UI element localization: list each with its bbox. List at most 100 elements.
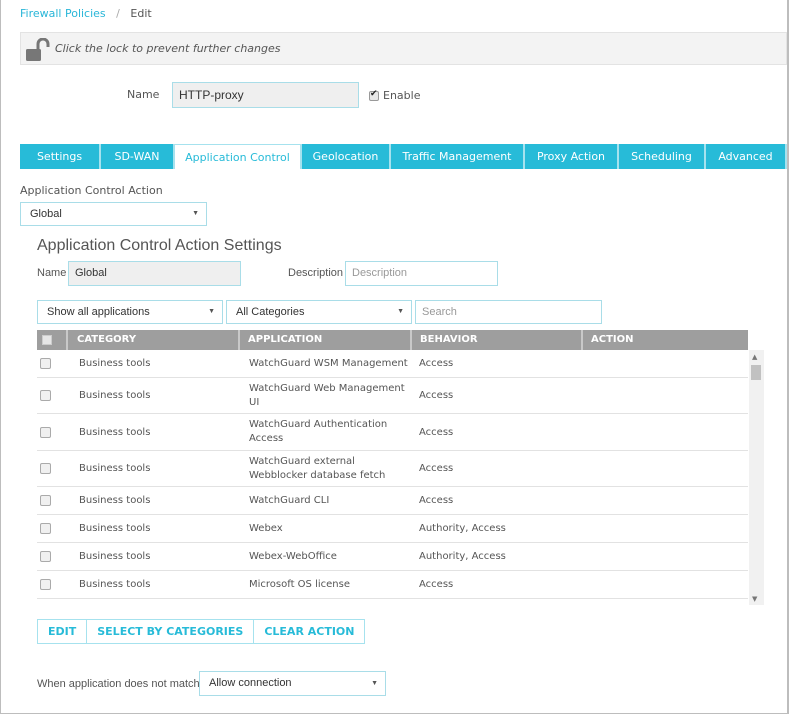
column-header-behavior[interactable]: BEHAVIOR [412,330,583,350]
table-row[interactable]: Business tools WatchGuard Web Management … [37,378,748,414]
table-action-buttons: EDIT SELECT BY CATEGORIES CLEAR ACTION [37,619,366,644]
scroll-down-arrow-icon[interactable]: ▼ [752,595,757,603]
application-cell: WatchGuard WSM Management [249,357,408,369]
tab-proxy-action[interactable]: Proxy Action [525,144,619,169]
tab-scheduling[interactable]: Scheduling [619,144,706,169]
column-header-application[interactable]: APPLICATION [240,330,412,350]
application-cell: Microsoft OS license [249,578,350,590]
table-row[interactable]: Business tools WatchGuard WSM Management A… [37,350,748,378]
category-cell: Business tools [79,358,151,369]
table-row[interactable]: Business tools WatchGuard CLI Access [37,487,748,515]
scroll-up-arrow-icon[interactable]: ▲ [752,353,757,361]
select-by-categories-button[interactable]: SELECT BY CATEGORIES [87,620,255,643]
application-cell: Webex-WebOffice [249,550,337,562]
row-checkbox-cell [37,579,71,590]
enable-label: Enable [383,89,421,102]
row-checkbox[interactable] [40,463,51,474]
tab-sd-wan[interactable]: SD-WAN [101,144,175,169]
table-row[interactable]: Business tools WatchGuard external Webblo… [37,451,748,487]
policy-name-input[interactable]: HTTP-proxy [172,82,359,108]
no-match-label: When application does not match [37,678,200,690]
app-control-action-label: Application Control Action [20,184,163,197]
row-checkbox-cell [37,358,71,369]
enable-checkbox[interactable]: Enable [369,89,420,102]
row-checkbox-cell [37,495,71,506]
lock-bar: Click the lock to prevent further change… [20,32,787,65]
table-row[interactable]: Business tools Webex-WebOffice Authority, … [37,543,748,571]
description-placeholder: Description [352,267,408,279]
behavior-cell: Access [419,426,454,438]
unlocked-padlock-icon[interactable] [25,38,51,62]
row-checkbox-cell [37,426,71,438]
behavior-cell: Access [419,579,454,590]
table-body: Business tools WatchGuard WSM Management A… [37,350,748,605]
tab-geolocation[interactable]: Geolocation [302,144,391,169]
action-name-input[interactable]: Global [68,261,241,286]
row-checkbox[interactable] [40,523,51,534]
dropdown-arrow-icon: ▼ [192,210,199,217]
search-placeholder: Search [422,306,457,318]
row-checkbox-cell [37,551,71,562]
select-all-checkbox[interactable] [42,335,52,345]
scrollbar-thumb[interactable] [751,365,761,380]
categories-select[interactable]: All Categories ▼ [226,300,412,324]
category-cell: Business tools [79,463,151,474]
row-checkbox[interactable] [40,495,51,506]
behavior-cell: Authority, Access [419,523,506,534]
behavior-cell: Access [419,495,454,506]
dropdown-arrow-icon: ▼ [371,680,378,687]
policy-name-value: HTTP-proxy [179,88,244,102]
application-cell: WatchGuard Authentication Access [249,419,388,444]
table-row[interactable]: Business tools Webex Authority, Access [37,515,748,543]
table-scrollbar[interactable]: ▲ ▼ [749,350,764,605]
behavior-cell: Access [419,463,454,474]
application-cell: WatchGuard Web Management UI [249,382,405,408]
column-header-action[interactable]: ACTION [583,330,748,350]
row-checkbox[interactable] [40,358,51,369]
app-control-action-select[interactable]: Global ▼ [20,202,207,226]
application-cell: WatchGuard external Webblocker database … [249,455,386,481]
row-checkbox-cell [37,390,71,401]
policy-tabs: Settings SD-WAN Application Control Geol… [20,144,787,169]
dropdown-arrow-icon: ▼ [397,308,404,315]
tab-traffic-management[interactable]: Traffic Management [391,144,525,169]
tab-settings[interactable]: Settings [20,144,101,169]
category-cell: Business tools [79,579,151,590]
description-label: Description [288,267,344,279]
lock-message: Click the lock to prevent further change… [55,42,281,55]
row-checkbox[interactable] [40,426,51,438]
checkbox-checked-icon[interactable] [369,89,379,101]
category-cell: Business tools [79,390,151,401]
row-checkbox[interactable] [40,390,51,401]
table-header: CATEGORY APPLICATION BEHAVIOR ACTION [37,330,748,350]
column-header-category[interactable]: CATEGORY [68,330,240,350]
breadcrumb-separator: / [116,7,120,20]
tab-advanced[interactable]: Advanced [706,144,787,169]
table-row[interactable]: Business tools WatchGuard Authentication … [37,414,748,451]
category-cell: Business tools [79,426,151,438]
app-control-action-value: Global [30,208,62,220]
row-checkbox-cell [37,523,71,534]
row-checkbox-cell [37,463,71,474]
applications-table: CATEGORY APPLICATION BEHAVIOR ACTION Bus… [37,330,764,605]
clear-action-button[interactable]: CLEAR ACTION [254,620,365,643]
no-match-select[interactable]: Allow connection ▼ [199,671,386,696]
table-row[interactable]: Business tools Microsoft OS license Access [37,571,748,599]
search-input[interactable]: Search [415,300,602,324]
edit-button[interactable]: EDIT [38,620,88,643]
show-applications-select[interactable]: Show all applications ▼ [37,300,223,324]
row-checkbox[interactable] [40,579,51,590]
behavior-cell: Access [419,390,454,401]
category-cell: Business tools [79,523,151,534]
breadcrumb-firewall-policies-link[interactable]: Firewall Policies [20,7,106,20]
category-cell: Business tools [79,551,151,562]
no-match-value: Allow connection [209,677,292,689]
tab-application-control[interactable]: Application Control [175,144,302,169]
row-checkbox[interactable] [40,551,51,562]
breadcrumb-current: Edit [130,7,152,20]
category-cell: Business tools [79,495,151,506]
settings-section-title: Application Control Action Settings [37,237,282,254]
description-input[interactable]: Description [345,261,498,286]
dropdown-arrow-icon: ▼ [208,308,215,315]
application-cell: WatchGuard CLI [249,494,330,506]
